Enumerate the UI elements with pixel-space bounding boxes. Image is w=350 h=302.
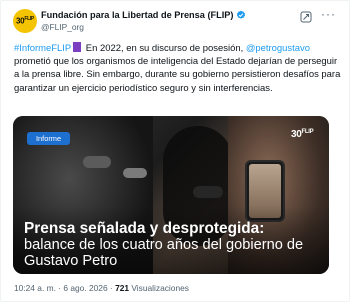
grok-icon[interactable] <box>300 11 312 23</box>
purple-square-icon <box>73 42 82 52</box>
microphone <box>83 156 111 168</box>
views-label: Visualizaciones <box>129 283 189 293</box>
tweet-text: #InformeFLIP En 2022, en su discurso de … <box>14 42 342 95</box>
more-options-icon[interactable]: ··· <box>321 7 336 21</box>
hashtag-link[interactable]: #InformeFLIP <box>14 43 71 54</box>
tweet-text-part1: En 2022, en su discurso de posesión, <box>83 43 246 54</box>
flip-logo: 30FLIP <box>291 129 314 140</box>
flip-logo-num: 30 <box>291 129 302 140</box>
author-handle[interactable]: @FLIP_org <box>41 22 84 32</box>
author-name-row: Fundación para la Libertad de Prensa (FL… <box>41 10 246 20</box>
microphone <box>193 186 223 198</box>
views-count: 721 <box>115 283 130 293</box>
tweet-card: 30FLIP Fundación para la Libertad de Pre… <box>0 0 350 302</box>
verified-badge-icon <box>237 10 246 19</box>
tweet-date[interactable]: 6 ago. 2026 <box>63 283 107 293</box>
avatar-sup: FLIP <box>24 16 34 23</box>
tweet-meta: 10:24 a. m. · 6 ago. 2026 · 721 Visualiz… <box>14 283 189 293</box>
informe-tag: Informe <box>27 132 71 145</box>
author-name[interactable]: Fundación para la Libertad de Prensa (FL… <box>41 10 233 20</box>
flip-logo-text: FLIP <box>301 129 314 135</box>
mention-link[interactable]: @petrogustavo <box>246 43 310 54</box>
avatar[interactable]: 30FLIP <box>13 9 37 33</box>
media-image[interactable]: Informe 30FLIP Prensa señalada y desprot… <box>13 116 329 274</box>
tweet-text-part2: prometió que los organismos de inteligen… <box>14 56 341 94</box>
meta-separator: · <box>107 283 116 293</box>
image-headline: Prensa señalada y desprotegida: <box>24 220 265 237</box>
tweet-time[interactable]: 10:24 a. m. <box>14 283 56 293</box>
image-subline: balance de los cuatro años del gobierno … <box>24 237 304 270</box>
microphone <box>123 168 147 178</box>
